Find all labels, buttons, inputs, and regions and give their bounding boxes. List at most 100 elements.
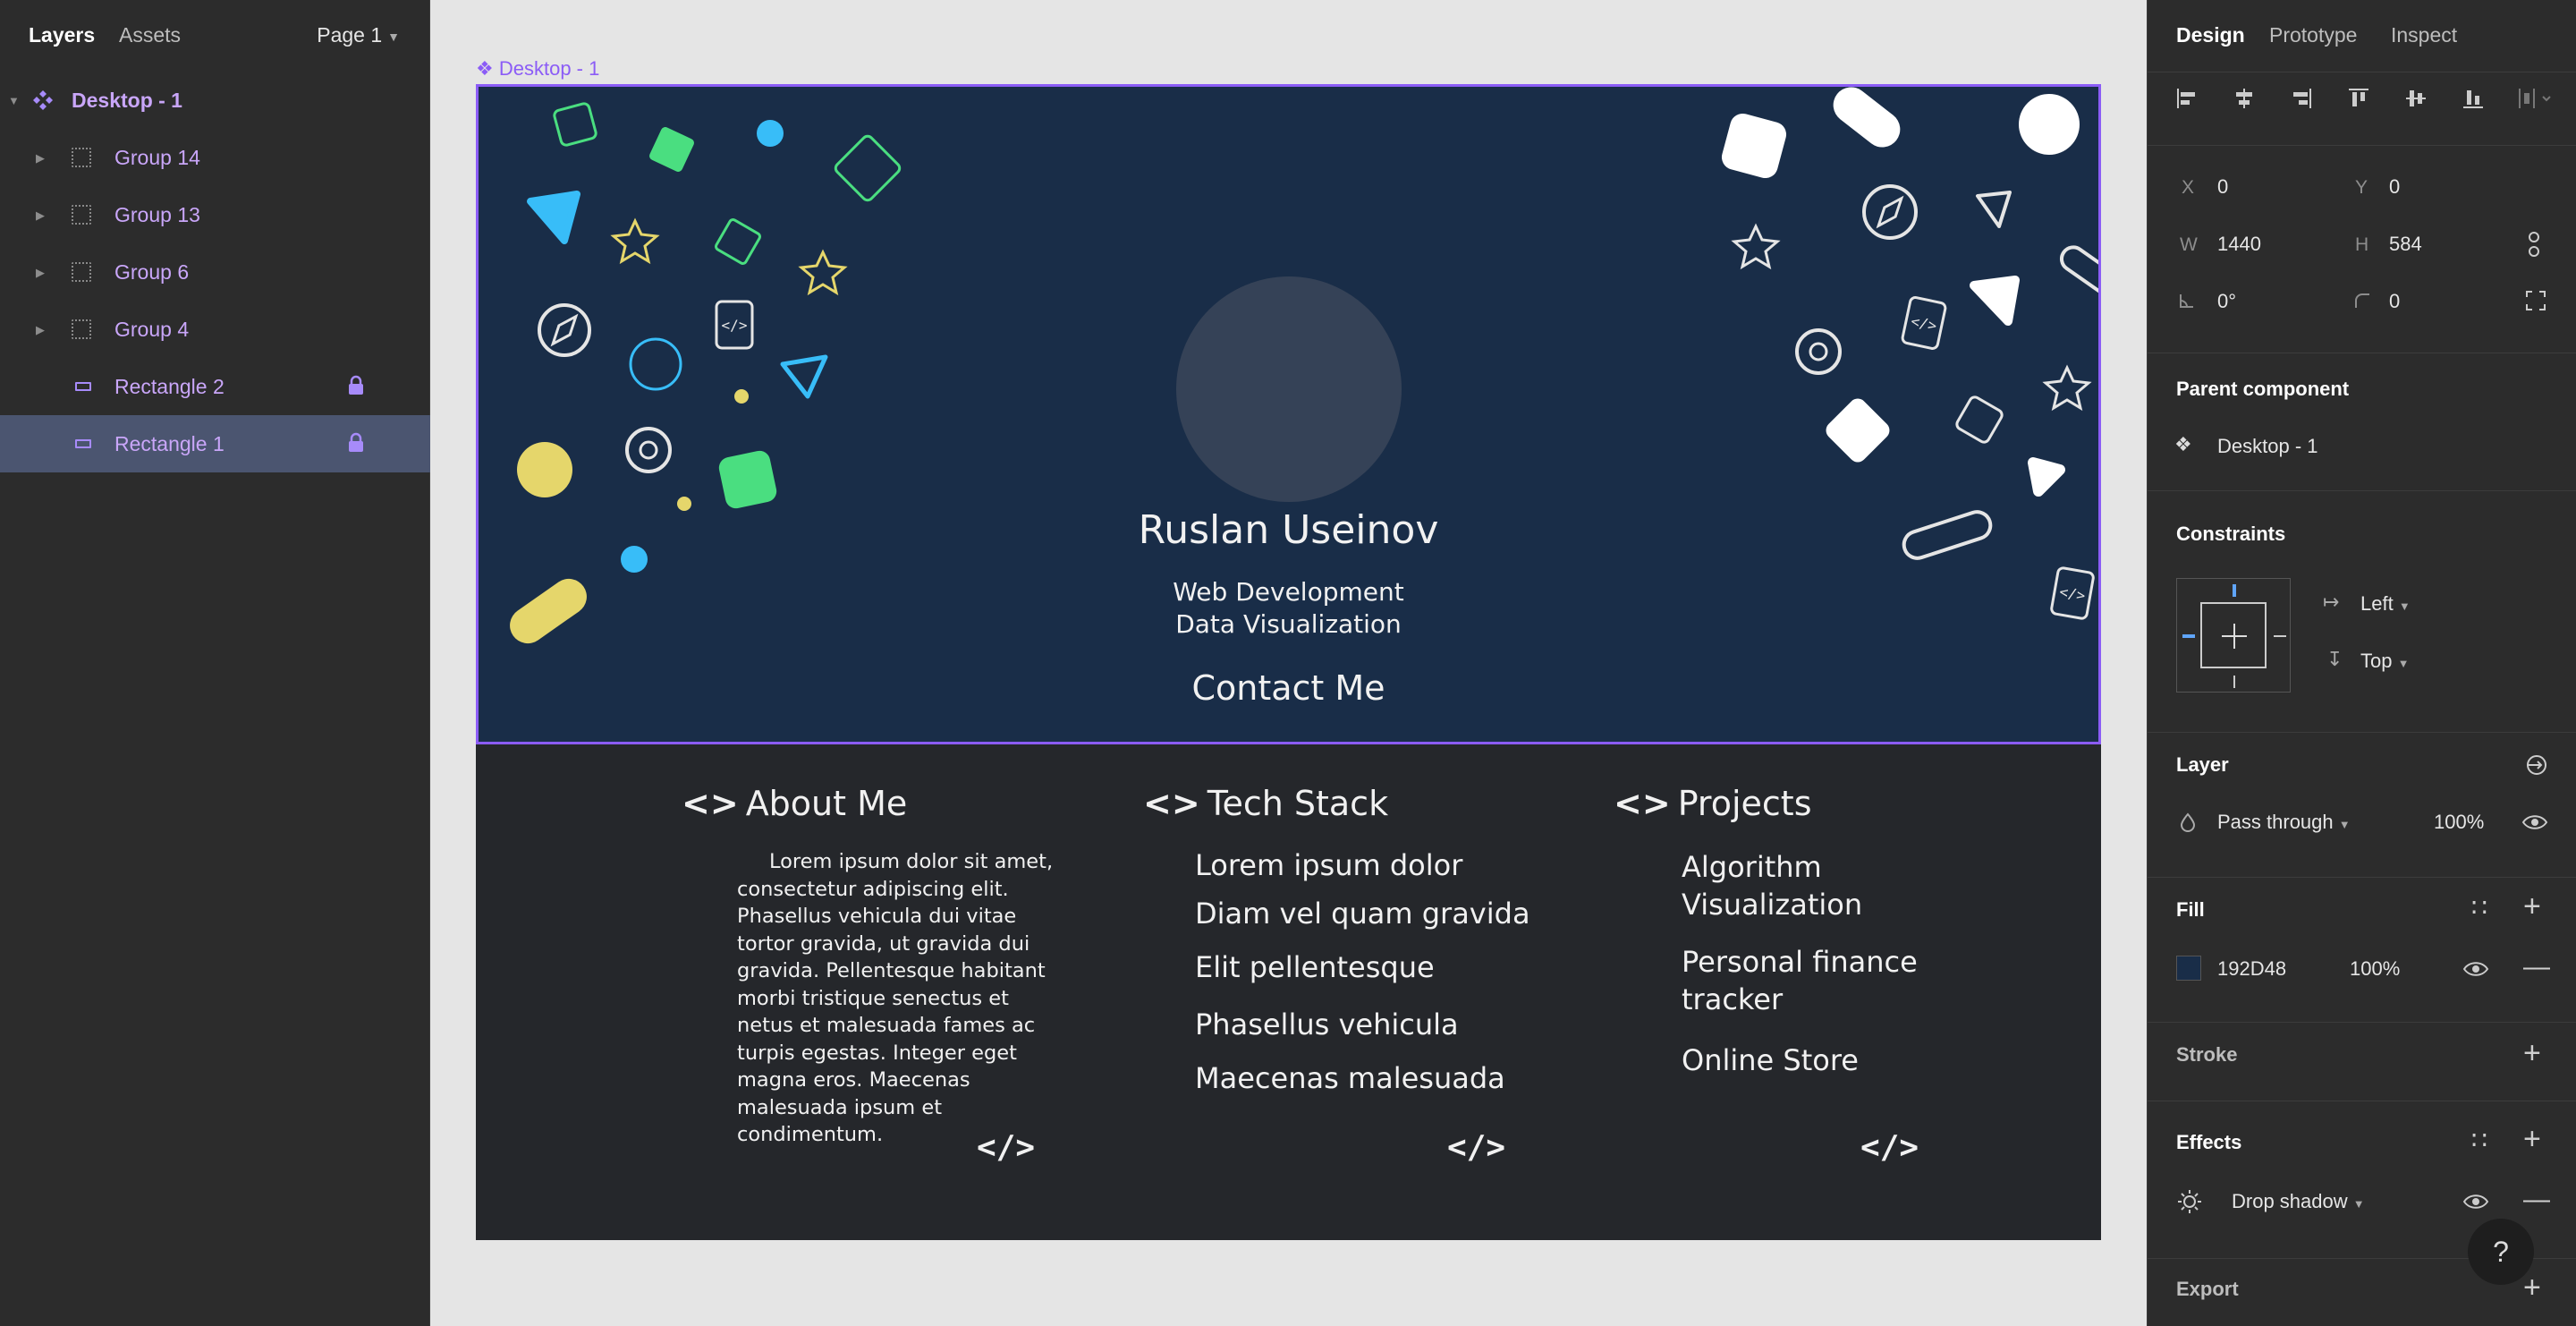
lock-icon[interactable] [347,375,365,396]
layer-rectangle-2[interactable]: Rectangle 2 [0,358,430,415]
tab-inspect[interactable]: Inspect [2391,23,2457,47]
layer-rectangle-1[interactable]: Rectangle 1 [0,415,430,472]
constrain-proportions-icon[interactable] [2527,231,2541,258]
project-item[interactable]: Online Store [1682,1041,1859,1079]
gear-icon [625,427,672,473]
triangle-filed-icon [527,191,580,244]
width-input[interactable]: 1440 [2217,233,2261,256]
add-fill-icon[interactable]: + [2523,889,2541,924]
diamond-outline-icon [834,134,902,202]
blend-mode-select[interactable]: Pass through ▼ [2217,811,2351,834]
constraint-horizontal-select[interactable]: Left ▼ [2360,592,2411,616]
h-label: H [2355,234,2369,255]
layer-group-6[interactable]: ▶ Group 6 [0,243,430,301]
x-input[interactable]: 0 [2217,175,2228,199]
expand-arrow-icon[interactable]: ▶ [36,208,45,223]
eye-icon[interactable] [2521,812,2548,832]
tab-assets[interactable]: Assets [119,23,181,47]
y-label: Y [2355,177,2368,198]
add-stroke-icon[interactable]: + [2523,1036,2541,1071]
tab-prototype[interactable]: Prototype [2269,23,2357,47]
add-export-icon[interactable]: + [2523,1271,2541,1305]
constraint-vertical-select[interactable]: Top ▼ [2360,650,2409,673]
tab-design[interactable]: Design [2176,23,2245,47]
group-icon [72,262,91,282]
independent-corners-icon[interactable] [2525,290,2546,311]
code-bracket-icon: <> [1614,784,1671,823]
rotation-input[interactable]: 0° [2217,290,2236,313]
help-button[interactable]: ? [2468,1219,2534,1285]
project-item[interactable]: tracker [1682,981,1783,1018]
expand-arrow-icon[interactable]: ▶ [36,323,45,337]
align-center-h-icon[interactable] [2232,86,2257,111]
fill-opacity-input[interactable]: 100% [2350,957,2400,981]
content-section[interactable]: <> About Me Lorem ipsum dolor sit amet, c… [476,744,2101,1240]
lock-icon[interactable] [347,432,365,454]
align-bottom-icon[interactable] [2461,86,2486,111]
frame-name: Desktop - 1 [498,57,600,80]
hero-subtitle-web: Web Development [1173,577,1404,607]
add-effect-icon[interactable]: + [2523,1122,2541,1157]
parent-component-name[interactable]: Desktop - 1 [2217,435,2318,458]
square-outline-icon [715,218,761,265]
layer-group-14[interactable]: ▶ Group 14 [0,129,430,186]
align-left-icon[interactable] [2174,86,2199,111]
align-right-icon[interactable] [2289,86,2314,111]
projects-title: <> Projects [1614,784,1812,823]
effect-type-select[interactable]: Drop shadow ▼ [2232,1190,2365,1213]
circle-outline-icon [629,337,682,391]
expand-arrow-icon[interactable]: ▶ [36,266,45,280]
blend-mode-value: Pass through [2217,811,2334,833]
fill-color-swatch[interactable] [2176,956,2201,981]
hero-frame[interactable]: </> </> </> Ruslan Useinov Web Developme… [476,84,2101,744]
constraint-right[interactable] [2274,635,2286,637]
contact-me-button[interactable]: Contact Me [479,668,2098,708]
design-canvas[interactable]: ❖ Desktop - 1 </> </> </> Ruslan Useinov… [431,0,2147,1326]
hero-name: Ruslan Useinov [1138,507,1439,553]
layer-heading: Layer [2176,753,2229,776]
circle-filled-icon [757,120,784,147]
align-center-v-icon[interactable] [2403,86,2428,111]
tab-layers[interactable]: Layers [29,23,95,47]
remove-fill-icon[interactable]: — [2523,952,2550,982]
layer-menu-icon[interactable] [2523,752,2550,778]
pill-filled-icon [1833,87,1901,148]
style-grid-icon[interactable]: ∷ [2471,1126,2487,1155]
align-top-icon[interactable] [2346,86,2371,111]
layer-group-13[interactable]: ▶ Group 13 [0,186,430,243]
constraint-top-active[interactable] [2233,584,2236,597]
constraint-center-v[interactable] [2233,624,2235,649]
constraint-left-active[interactable] [2182,634,2195,638]
remove-effect-icon[interactable]: — [2523,1185,2550,1215]
tech-item: Lorem ipsum dolor [1195,848,1463,882]
layer-group-4[interactable]: ▶ Group 4 [0,301,430,358]
layer-label: Rectangle 2 [114,375,225,398]
height-input[interactable]: 584 [2389,233,2422,256]
layer-label: Group 4 [114,318,190,341]
project-item[interactable]: Personal finance [1682,943,1918,981]
chevron-down-icon: ▼ [387,29,400,44]
component-icon [33,90,53,110]
collapse-arrow-icon[interactable]: ▼ [8,94,20,107]
layer-label: Group 6 [114,260,190,284]
eye-icon[interactable] [2462,959,2489,979]
style-grid-icon[interactable]: ∷ [2471,893,2487,922]
page-switcher[interactable]: Page 1 ▼ [317,23,400,47]
layer-opacity-input[interactable]: 100% [2434,811,2484,834]
layer-desktop-1[interactable]: ▼ Desktop - 1 [0,72,430,129]
project-item[interactable]: Visualization [1682,886,1862,923]
radius-input[interactable]: 0 [2389,290,2400,313]
vertical-constraint-icon: ↧ [2326,648,2343,670]
eye-icon[interactable] [2462,1192,2489,1211]
layer-label: Group 13 [114,203,200,226]
compass-icon [538,303,591,357]
fill-hex-input[interactable]: 192D48 [2217,957,2286,981]
constraint-bottom[interactable] [2233,676,2235,688]
distribute-icon[interactable] [2516,86,2555,111]
frame-label[interactable]: ❖ Desktop - 1 [476,57,599,81]
constraint-widget[interactable] [2176,578,2291,693]
project-item[interactable]: Algorithm [1682,848,1822,886]
expand-arrow-icon[interactable]: ▶ [36,151,45,166]
y-input[interactable]: 0 [2389,175,2400,199]
sun-icon[interactable] [2176,1188,2203,1215]
